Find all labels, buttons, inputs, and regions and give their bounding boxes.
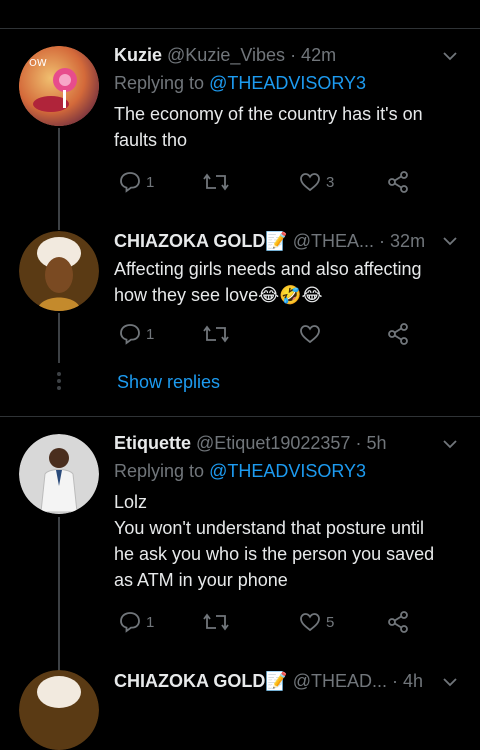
reply-button[interactable]: 1 xyxy=(118,321,154,347)
show-replies-link[interactable]: Show replies xyxy=(117,372,220,393)
thread-line xyxy=(58,313,60,363)
share-button[interactable] xyxy=(386,321,410,347)
avatar[interactable] xyxy=(19,670,99,750)
reply-button[interactable]: 1 xyxy=(118,609,154,635)
avatar[interactable] xyxy=(19,434,99,514)
retweet-icon xyxy=(203,173,229,191)
like-button[interactable]: 5 xyxy=(298,609,334,635)
retweet-icon xyxy=(203,613,229,631)
author-handle[interactable]: @Etiquet19022357 xyxy=(196,433,350,453)
chevron-down-icon[interactable] xyxy=(442,233,458,249)
share-button[interactable] xyxy=(386,169,410,195)
mention-link[interactable]: @THEADVISORY3 xyxy=(209,461,366,481)
reply-icon xyxy=(120,324,140,345)
reply-count: 1 xyxy=(146,325,155,343)
thread-dots xyxy=(57,372,61,393)
like-icon xyxy=(300,173,320,192)
reply-icon xyxy=(120,172,140,193)
author-handle[interactable]: @Kuzie_Vibes xyxy=(167,45,285,65)
thread-line xyxy=(58,517,60,672)
retweet-button[interactable] xyxy=(202,321,234,347)
chevron-down-icon[interactable] xyxy=(442,436,458,452)
reply-button[interactable]: 1 xyxy=(118,169,154,195)
tweet-text: The economy of the country has it's on f… xyxy=(114,104,423,150)
replying-to: Replying to @THEADVISORY3 xyxy=(114,73,367,93)
chevron-down-icon[interactable] xyxy=(442,674,458,690)
tweet-text: Affecting girls needs and also affecting… xyxy=(114,259,422,305)
section-divider xyxy=(0,416,480,417)
author-name[interactable]: CHIAZOKA GOLD📝 xyxy=(114,231,288,251)
author-name[interactable]: CHIAZOKA GOLD📝 xyxy=(114,671,288,691)
avatar[interactable]: OW xyxy=(19,46,99,126)
tweet-text: Lolz You won't understand that posture u… xyxy=(114,492,435,590)
tweet-time: · 4h xyxy=(392,671,424,691)
mention-link[interactable]: @THEADVISORY3 xyxy=(209,73,366,93)
share-button[interactable] xyxy=(386,609,410,635)
author-name[interactable]: Etiquette xyxy=(114,433,191,453)
tweet-actions: 1 5 xyxy=(114,609,434,635)
replying-to: Replying to @THEADVISORY3 xyxy=(114,461,367,481)
tweet-time: · 5h xyxy=(355,433,387,453)
like-count: 5 xyxy=(326,613,335,631)
reply-count: 1 xyxy=(146,613,155,631)
tweet-time: · 32m xyxy=(379,231,426,251)
thread-line xyxy=(58,128,60,230)
author-handle[interactable]: @THEAD... xyxy=(293,671,387,691)
tweet-actions: 1 xyxy=(114,321,434,347)
share-icon xyxy=(388,611,408,633)
tweet-time: · 42m xyxy=(290,45,337,65)
tweet-actions: 1 3 xyxy=(114,169,434,195)
share-icon xyxy=(388,171,408,193)
like-icon xyxy=(300,325,320,344)
reply-icon xyxy=(120,612,140,633)
chevron-down-icon[interactable] xyxy=(442,48,458,64)
reply-count: 1 xyxy=(146,173,155,191)
svg-text:OW: OW xyxy=(29,58,47,69)
avatar[interactable] xyxy=(19,231,99,311)
author-handle[interactable]: @THEA... xyxy=(293,231,374,251)
like-icon xyxy=(300,613,320,632)
top-divider xyxy=(0,28,480,29)
share-icon xyxy=(388,323,408,345)
retweet-button[interactable] xyxy=(202,169,234,195)
author-name[interactable]: Kuzie xyxy=(114,45,162,65)
like-count: 3 xyxy=(326,173,335,191)
like-button[interactable] xyxy=(298,321,326,347)
retweet-icon xyxy=(203,325,229,343)
like-button[interactable]: 3 xyxy=(298,169,334,195)
retweet-button[interactable] xyxy=(202,609,234,635)
